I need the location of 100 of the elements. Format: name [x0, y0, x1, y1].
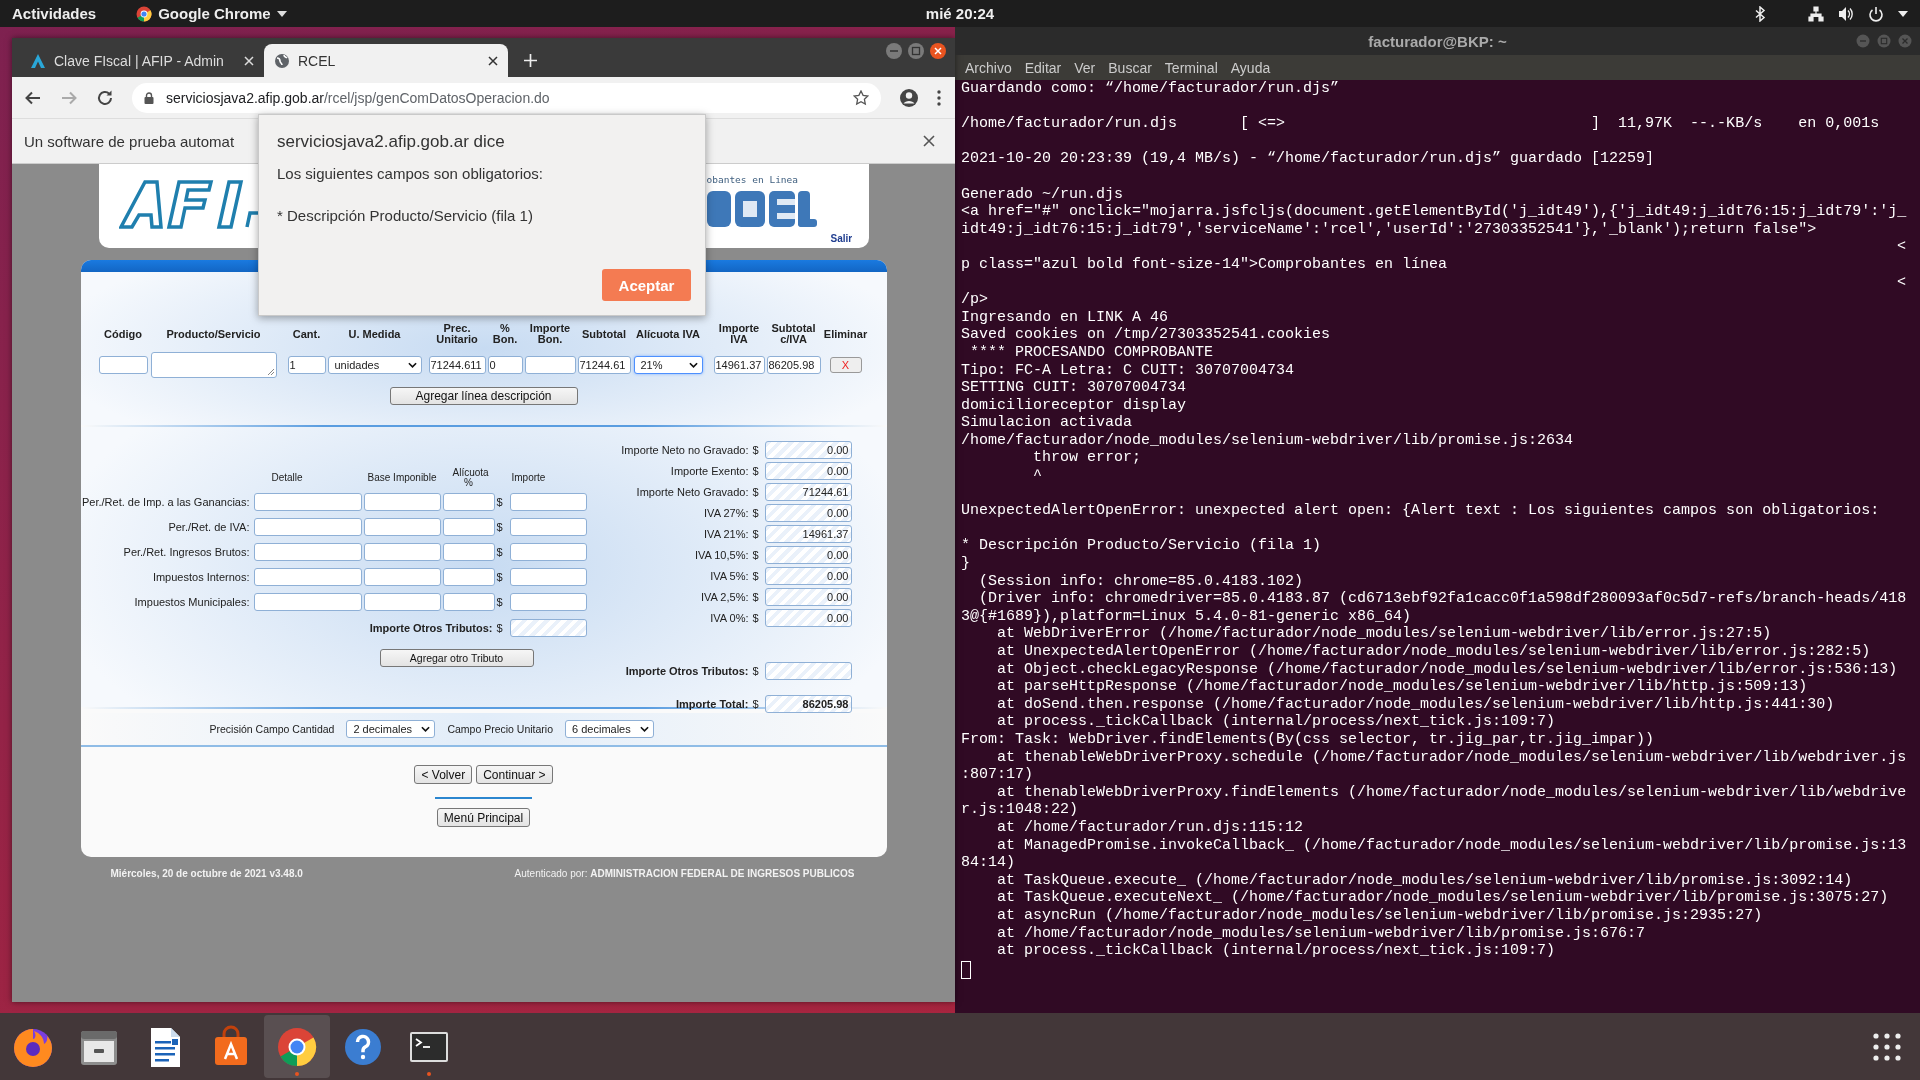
currency-sign: $: [752, 697, 760, 710]
browser-icon: [136, 5, 153, 22]
description-field[interactable]: [150, 352, 277, 378]
detail-field[interactable]: [253, 517, 362, 536]
base-field[interactable]: [363, 567, 441, 586]
currency-sign: $: [752, 443, 760, 456]
amount-field: 86205.98: [764, 694, 852, 713]
terminal-line: /p>: [961, 291, 988, 309]
activities-button[interactable]: Actividades: [12, 5, 97, 22]
account-icon[interactable]: [899, 87, 919, 108]
volume-icon[interactable]: [1838, 5, 1854, 22]
reload-icon[interactable]: [96, 88, 114, 107]
quantity-field[interactable]: 1: [287, 356, 326, 374]
amount-field: 0.00: [764, 503, 852, 522]
detail-field[interactable]: [253, 567, 362, 586]
caret-icon: [276, 10, 287, 17]
close-icon[interactable]: [929, 41, 947, 60]
menu-icon[interactable]: [937, 89, 941, 106]
terminal-line: Tipo: FC-A Letra: C CUIT: 30707004734: [961, 361, 1295, 380]
nav-button[interactable]: < Volver: [414, 765, 473, 784]
amount-field[interactable]: [509, 517, 587, 536]
terminal-line: **** PROCESANDO COMPROBANTE: [969, 343, 1214, 362]
terminal-line: r.js:1048:22): [961, 801, 1079, 819]
close-icon[interactable]: [488, 55, 498, 66]
clock[interactable]: mié 20:24: [925, 5, 995, 22]
discount-field[interactable]: 0: [487, 356, 523, 374]
price-field[interactable]: 71244.611: [428, 356, 486, 374]
resize-grip-icon[interactable]: [266, 368, 275, 376]
column-header: Detalle: [270, 473, 304, 483]
detail-field[interactable]: [253, 592, 362, 611]
globe-icon: [274, 52, 290, 69]
menu-item[interactable]: Ver: [1074, 59, 1096, 76]
rate-field[interactable]: [442, 492, 495, 511]
menu-item[interactable]: Terminal: [1164, 59, 1218, 76]
column-header: Producto/Servicio: [166, 328, 261, 340]
app-menu[interactable]: Google Chrome: [136, 5, 287, 22]
minimize-icon[interactable]: [1856, 34, 1870, 48]
delete-button[interactable]: X: [829, 357, 862, 373]
rate-field[interactable]: [442, 542, 495, 561]
subtotal-field[interactable]: 71244.61: [577, 356, 631, 374]
browser-tab[interactable]: Clave FIscal | AFIP - Admin: [20, 44, 264, 77]
base-field[interactable]: [363, 517, 441, 536]
precision-label: Precisión Campo Cantidad: [209, 723, 335, 735]
code-field[interactable]: [98, 356, 148, 374]
menu-item[interactable]: Editar: [1024, 59, 1062, 76]
terminal-line: /home/facturador/run.djs [ <=> ] 11,97K --.-KB/s en 0,001s: [961, 115, 1880, 133]
logout-link[interactable]: Salir: [830, 233, 853, 244]
terminal-line: at process._tickCallback (internal/process/next_tick.js:109:7): [996, 942, 1556, 960]
column-header: Importe IVA: [717, 323, 761, 345]
vat-amount-field[interactable]: 14961.37: [713, 356, 765, 374]
terminal-line: /home/facturador/node_modules/selenium-webdriver/lib/promise.js:2634: [961, 431, 1574, 450]
terminal-line: 3@{#1689}),platform=Linux 5.4.0-81-generic x86_64): [961, 607, 1412, 626]
maximize-icon[interactable]: [1877, 34, 1891, 48]
add-line-button[interactable]: Agregar línea descripción: [389, 387, 578, 405]
vat-rate-dropdown[interactable]: 21%: [633, 356, 703, 374]
chevron-icon: [688, 362, 698, 368]
detail-field[interactable]: [253, 542, 362, 561]
precision-dropdown[interactable]: 2 decimales: [346, 720, 436, 738]
rate-field[interactable]: [442, 517, 495, 536]
amount-field[interactable]: [509, 542, 587, 561]
precision-dropdown[interactable]: 6 decimales: [565, 720, 655, 738]
total-field[interactable]: 86205.98: [766, 356, 821, 374]
address-bar[interactable]: serviciosjava2.afip.gob.ar/rcel/jsp/genComDatosOperacion.do: [132, 82, 881, 113]
total-label: IVA 21%:: [703, 527, 750, 540]
close-icon[interactable]: [923, 135, 935, 147]
menu-item[interactable]: Archivo: [965, 59, 1012, 76]
detail-field[interactable]: [253, 492, 362, 511]
currency-sign: $: [496, 595, 504, 608]
total-label: Importe Total:: [675, 697, 750, 710]
terminal-line: idt49:j_idt76:15:j_idt79','serviceName':'rcel','userId':'27303352541'},'_blank');return false">: [961, 220, 1817, 239]
rate-field[interactable]: [442, 592, 495, 611]
column-header: Alícuota IVA: [636, 328, 700, 340]
triangle-icon: [30, 52, 46, 69]
terminal-line: Simulacion activada: [961, 414, 1133, 432]
base-field[interactable]: [363, 492, 441, 511]
star-icon[interactable]: [853, 89, 869, 106]
menu-item[interactable]: Buscar: [1108, 59, 1152, 76]
power-icon[interactable]: [1868, 5, 1884, 22]
amount-field[interactable]: [509, 592, 587, 611]
network-icon[interactable]: [1808, 5, 1824, 22]
add-tax-button[interactable]: Agregar otro Tributo: [379, 649, 534, 667]
menu-item[interactable]: Ayuda: [1230, 59, 1271, 76]
amount-field[interactable]: [509, 492, 587, 511]
base-field[interactable]: [363, 542, 441, 561]
amount-field[interactable]: [509, 567, 587, 586]
main-menu-button[interactable]: Menú Principal: [436, 808, 531, 827]
column-header: Prec. Unitario: [435, 323, 479, 345]
browser-tab[interactable]: RCEL: [264, 44, 508, 77]
unit-dropdown[interactable]: unidades: [327, 356, 422, 374]
nav-button[interactable]: Continuar >: [476, 765, 553, 784]
minimize-icon[interactable]: [885, 41, 903, 60]
info-message: Un software de prueba automat: [24, 132, 235, 150]
discount-amount-field[interactable]: [524, 356, 576, 374]
base-field[interactable]: [363, 592, 441, 611]
caret-icon[interactable]: [1898, 10, 1908, 17]
total-label: IVA 5%:: [709, 569, 750, 582]
rate-field[interactable]: [442, 567, 495, 586]
plus-icon[interactable]: [524, 54, 537, 67]
app-grid-icon[interactable]: [1873, 1032, 1901, 1061]
terminal-line: UnexpectedAlertOpenError: unexpected alert open: {Alert text : Los siguientes campos son obligatorios:: [961, 502, 1880, 520]
